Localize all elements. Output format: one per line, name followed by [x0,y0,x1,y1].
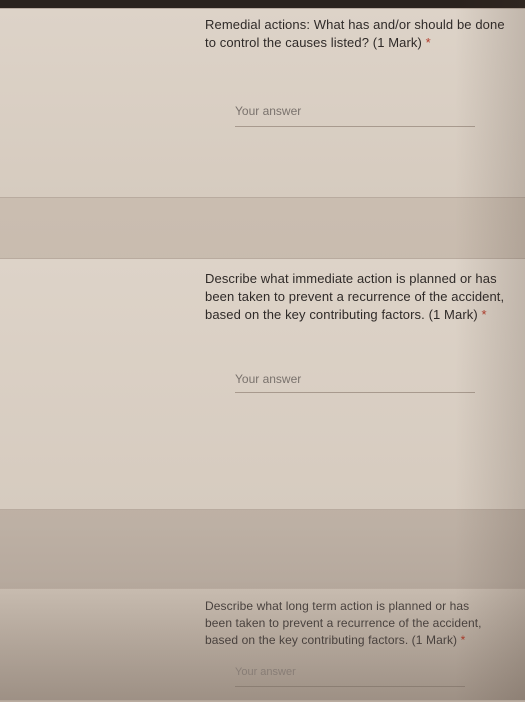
answer-underline [235,126,475,127]
question-title-long-term-action: Describe what long term action is planne… [205,598,495,649]
required-asterisk: * [481,307,487,322]
required-asterisk: * [425,35,431,50]
question-text: Describe what long term action is planne… [205,599,482,647]
answer-input-remedial-actions[interactable]: Your answer [235,104,301,118]
answer-underline [235,392,475,393]
question-text: Describe what immediate action is planne… [205,271,505,322]
screen-bezel [0,0,525,8]
question-title-remedial-actions: Remedial actions: What has and/or should… [205,16,505,52]
required-asterisk: * [460,633,466,647]
question-title-immediate-action: Describe what immediate action is planne… [205,270,505,324]
answer-input-immediate-action[interactable]: Your answer [235,372,301,386]
answer-input-long-term-action[interactable]: Your answer [235,666,296,678]
question-text: Remedial actions: What has and/or should… [205,17,505,50]
answer-underline [235,686,465,687]
